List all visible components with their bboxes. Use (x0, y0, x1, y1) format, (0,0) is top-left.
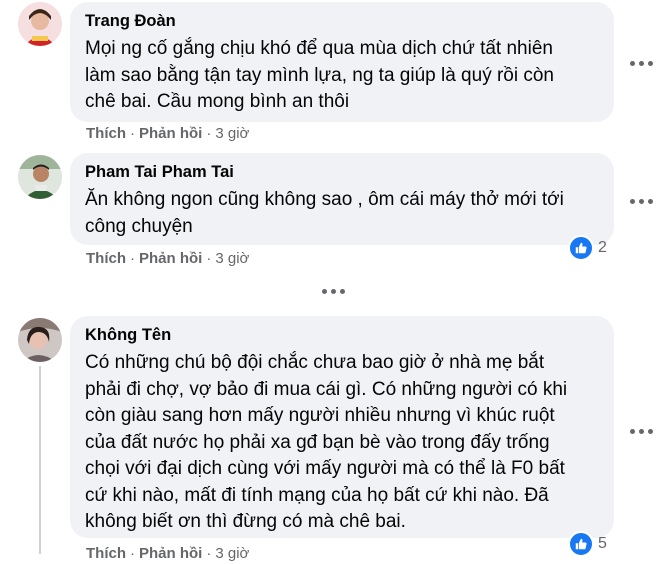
comment-time[interactable]: 3 giờ (215, 125, 249, 142)
comment-text: Ăn không ngon cũng không sao , ôm cái má… (85, 189, 564, 237)
comment-text: Mọi ng cố gắng chịu khó để qua mùa dịch … (85, 38, 554, 112)
thumbs-up-icon (568, 531, 594, 557)
comment-text: Có những chú bộ đội chắc chưa bao giờ ở … (85, 352, 568, 532)
comment-author[interactable]: Trang Đoàn (85, 11, 600, 32)
like-link[interactable]: Thích (86, 250, 126, 267)
more-options-icon[interactable] (630, 58, 654, 68)
comment-time[interactable]: 3 giờ (215, 250, 249, 267)
reaction-summary[interactable]: 2 (568, 234, 607, 262)
comment-actions: Thích · Phản hồi · 3 giờ (86, 545, 250, 562)
comment-author[interactable]: Không Tên (85, 325, 600, 346)
avatar[interactable] (18, 2, 62, 46)
comment-actions: Thích · Phản hồi · 3 giờ (86, 125, 250, 142)
more-options-icon[interactable] (630, 426, 654, 436)
comment-bubble: Không Tên Có những chú bộ đội chắc chưa … (70, 316, 614, 538)
reaction-count: 5 (598, 535, 607, 552)
more-options-icon[interactable] (630, 196, 654, 206)
comment-bubble: Trang Đoàn Mọi ng cố gắng chịu khó để qu… (70, 2, 614, 122)
avatar[interactable] (18, 155, 62, 199)
avatar[interactable] (18, 318, 62, 362)
thumbs-up-icon (568, 235, 594, 261)
reaction-count: 2 (598, 239, 607, 256)
reply-thread-line (39, 366, 41, 554)
comment-bubble: Pham Tai Pham Tai Ăn không ngon cũng khô… (70, 153, 614, 245)
reply-link[interactable]: Phản hồi (139, 250, 202, 267)
reply-link[interactable]: Phản hồi (139, 125, 202, 142)
comment-author[interactable]: Pham Tai Pham Tai (85, 162, 600, 183)
comment-actions: Thích · Phản hồi · 3 giờ (86, 250, 250, 267)
more-comments-icon[interactable] (322, 289, 348, 297)
like-link[interactable]: Thích (86, 125, 126, 142)
